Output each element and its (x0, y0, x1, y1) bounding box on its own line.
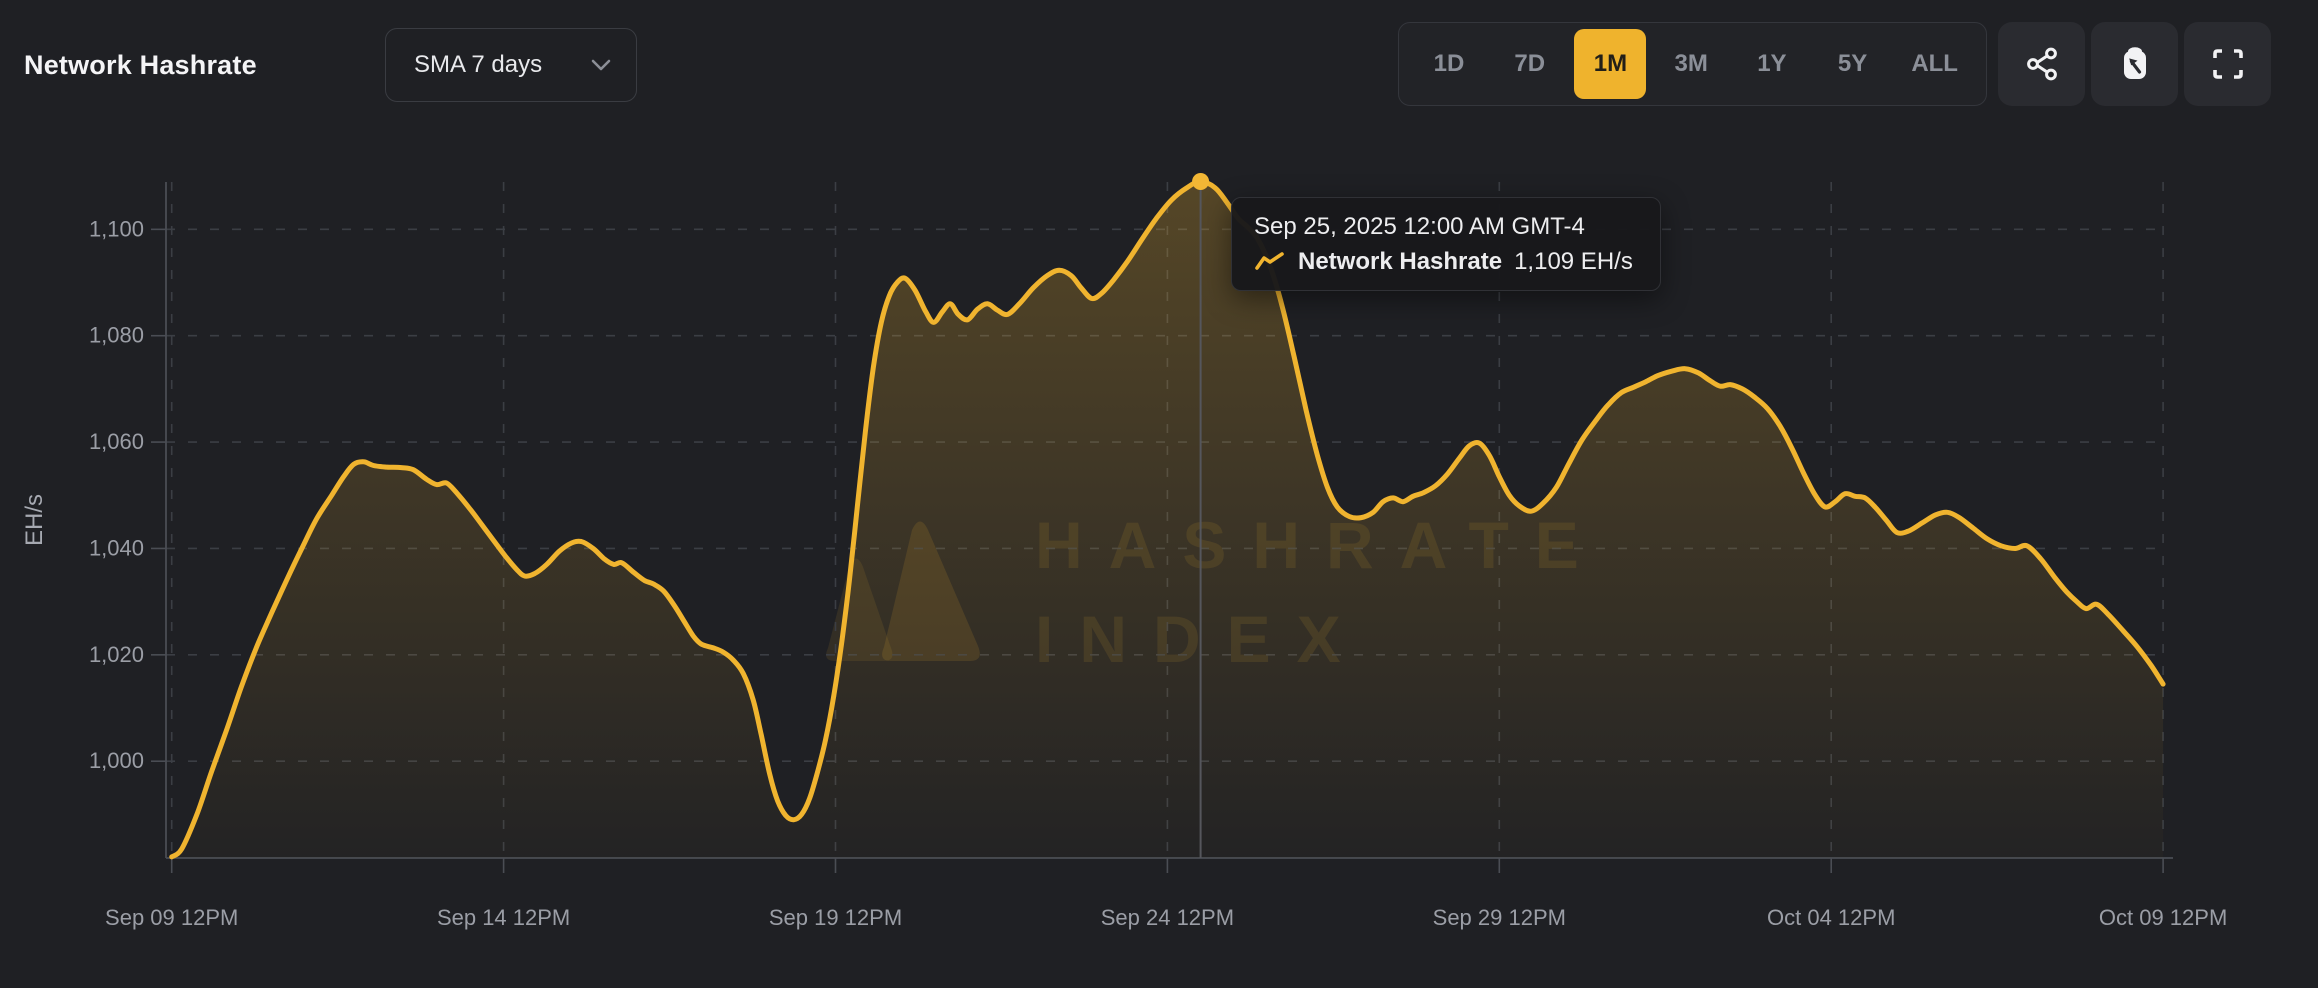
y-tick-label: 1,080 (89, 323, 144, 348)
range-button-5y[interactable]: 5Y (1817, 29, 1889, 99)
y-tick-label: 1,020 (89, 642, 144, 667)
share-button[interactable] (1998, 22, 2085, 106)
x-tick-label: Sep 14 12PM (437, 905, 570, 930)
range-button-7d[interactable]: 7D (1494, 29, 1566, 99)
y-axis-title: EH/s (21, 494, 48, 546)
hashrate-area-fill (172, 182, 2163, 859)
range-button-3m[interactable]: 3M (1655, 29, 1727, 99)
range-button-all[interactable]: ALL (1897, 29, 1972, 99)
y-tick-label: 1,100 (89, 216, 144, 241)
tooltip-date: Sep 25, 2025 12:00 AM GMT-4 (1254, 210, 1638, 244)
y-tick-label: 1,000 (89, 748, 144, 773)
copy-chart-button[interactable] (2091, 22, 2178, 106)
share-icon (2023, 45, 2061, 83)
x-tick-label: Sep 24 12PM (1101, 905, 1234, 930)
range-button-1d[interactable]: 1D (1413, 29, 1485, 99)
network-hashrate-chart[interactable]: HASHRATEINDEX1,0001,0201,0401,0601,0801,… (0, 0, 2318, 988)
fullscreen-button[interactable] (2184, 22, 2271, 106)
clipboard-arrow-icon (2115, 44, 2155, 84)
tooltip-series-name: Network Hashrate (1298, 244, 1502, 280)
sma-period-value: SMA 7 days (414, 51, 542, 79)
hashrate-chart-page: HASHRATEINDEX1,0001,0201,0401,0601,0801,… (0, 0, 2318, 988)
range-button-1m[interactable]: 1M (1574, 29, 1646, 99)
x-tick-label: Sep 29 12PM (1433, 905, 1566, 930)
page-title: Network Hashrate (24, 50, 257, 81)
x-tick-label: Oct 04 12PM (1767, 905, 1895, 930)
sma-period-dropdown[interactable]: SMA 7 days (385, 28, 637, 102)
fullscreen-icon (2209, 45, 2247, 83)
y-tick-label: 1,060 (89, 429, 144, 454)
time-range-selector: 1D7D1M3M1Y5YALL (1398, 22, 1987, 106)
range-button-1y[interactable]: 1Y (1736, 29, 1808, 99)
y-tick-label: 1,040 (89, 535, 144, 560)
series-line-icon (1254, 251, 1286, 273)
chevron-down-icon (590, 58, 612, 72)
hover-marker-dot (1192, 173, 1209, 190)
x-tick-label: Sep 09 12PM (105, 905, 238, 930)
tooltip-value: 1,109 EH/s (1514, 244, 1633, 280)
x-tick-label: Oct 09 12PM (2099, 905, 2227, 930)
x-tick-label: Sep 19 12PM (769, 905, 902, 930)
chart-tooltip: Sep 25, 2025 12:00 AM GMT-4 Network Hash… (1231, 197, 1661, 291)
